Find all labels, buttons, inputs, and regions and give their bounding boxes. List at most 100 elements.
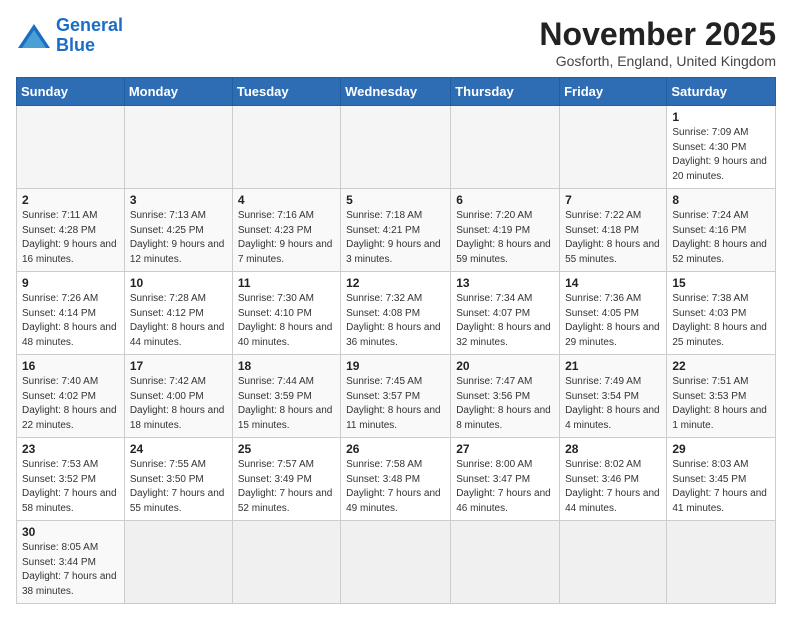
calendar-week-1: 1 Sunrise: 7:09 AM Sunset: 4:30 PM Daylig…: [17, 106, 776, 189]
day-info: Sunrise: 7:53 AM Sunset: 3:52 PM Dayligh…: [22, 458, 119, 516]
calendar-cell: 5Sunrise: 7:18 AM Sunset: 4:21 PM Daylig…: [341, 189, 451, 272]
calendar-cell: [17, 106, 125, 189]
logo-blue: Blue: [56, 35, 95, 55]
day-number: 21: [565, 359, 661, 373]
calendar-cell: [341, 521, 451, 604]
day-info: Sunrise: 7:44 AM Sunset: 3:59 PM Dayligh…: [238, 375, 335, 433]
calendar-cell: 9 Sunrise: 7:26 AM Sunset: 4:14 PM Daylig…: [17, 272, 125, 355]
calendar-cell: 14Sunrise: 7:36 AM Sunset: 4:05 PM Dayli…: [560, 272, 667, 355]
calendar-cell: 21Sunrise: 7:49 AM Sunset: 3:54 PM Dayli…: [560, 355, 667, 438]
calendar-cell: 25 Sunrise: 7:57 AM Sunset: 3:49 PM Dayli…: [232, 438, 340, 521]
calendar-cell: [232, 106, 340, 189]
calendar-header-saturday: Saturday: [667, 78, 776, 106]
day-info: Sunrise: 7:09 AM Sunset: 4:30 PM Dayligh…: [672, 126, 770, 184]
title-block: November 2025 Gosforth, England, United …: [539, 16, 776, 69]
calendar-cell: 3 Sunrise: 7:13 AM Sunset: 4:25 PM Daylig…: [124, 189, 232, 272]
day-info: Sunrise: 7:45 AM Sunset: 3:57 PM Dayligh…: [346, 375, 445, 433]
day-info: Sunrise: 7:24 AM Sunset: 4:16 PM Dayligh…: [672, 209, 770, 267]
calendar-cell: 19Sunrise: 7:45 AM Sunset: 3:57 PM Dayli…: [341, 355, 451, 438]
day-info: Sunrise: 8:05 AM Sunset: 3:44 PM Dayligh…: [22, 541, 119, 599]
day-info: Sunrise: 7:51 AM Sunset: 3:53 PM Dayligh…: [672, 375, 770, 433]
day-number: 18: [238, 359, 335, 373]
calendar-cell: 11 Sunrise: 7:30 AM Sunset: 4:10 PM Dayli…: [232, 272, 340, 355]
day-number: 20: [456, 359, 554, 373]
calendar-week-6: 30 Sunrise: 8:05 AM Sunset: 3:44 PM Dayli…: [17, 521, 776, 604]
day-number: 27: [456, 442, 554, 456]
day-number: 1: [672, 110, 770, 124]
day-number: 26: [346, 442, 445, 456]
calendar-cell: [341, 106, 451, 189]
page-header: General Blue November 2025 Gosforth, Eng…: [16, 16, 776, 69]
day-info: Sunrise: 7:16 AM Sunset: 4:23 PM Dayligh…: [238, 209, 335, 267]
calendar-header-row: SundayMondayTuesdayWednesdayThursdayFrid…: [17, 78, 776, 106]
day-info: Sunrise: 7:30 AM Sunset: 4:10 PM Dayligh…: [238, 292, 335, 350]
day-number: 13: [456, 276, 554, 290]
calendar-cell: 20 Sunrise: 7:47 AM Sunset: 3:56 PM Dayli…: [451, 355, 560, 438]
day-number: 25: [238, 442, 335, 456]
day-number: 10: [130, 276, 227, 290]
day-number: 5: [346, 193, 445, 207]
calendar-cell: 23 Sunrise: 7:53 AM Sunset: 3:52 PM Dayli…: [17, 438, 125, 521]
day-number: 8: [672, 193, 770, 207]
calendar-cell: 8 Sunrise: 7:24 AM Sunset: 4:16 PM Daylig…: [667, 189, 776, 272]
day-number: 28: [565, 442, 661, 456]
calendar-cell: [667, 521, 776, 604]
month-title: November 2025: [539, 16, 776, 53]
calendar-cell: [451, 521, 560, 604]
day-info: Sunrise: 7:57 AM Sunset: 3:49 PM Dayligh…: [238, 458, 335, 516]
day-info: Sunrise: 7:22 AM Sunset: 4:18 PM Dayligh…: [565, 209, 661, 267]
calendar-cell: 26Sunrise: 7:58 AM Sunset: 3:48 PM Dayli…: [341, 438, 451, 521]
calendar-cell: 18 Sunrise: 7:44 AM Sunset: 3:59 PM Dayli…: [232, 355, 340, 438]
calendar-cell: 10Sunrise: 7:28 AM Sunset: 4:12 PM Dayli…: [124, 272, 232, 355]
day-number: 23: [22, 442, 119, 456]
logo: General Blue: [16, 16, 123, 56]
day-info: Sunrise: 7:47 AM Sunset: 3:56 PM Dayligh…: [456, 375, 554, 433]
calendar-header-thursday: Thursday: [451, 78, 560, 106]
calendar-week-3: 9 Sunrise: 7:26 AM Sunset: 4:14 PM Daylig…: [17, 272, 776, 355]
calendar-header-sunday: Sunday: [17, 78, 125, 106]
day-number: 11: [238, 276, 335, 290]
day-info: Sunrise: 7:38 AM Sunset: 4:03 PM Dayligh…: [672, 292, 770, 350]
calendar-week-2: 2 Sunrise: 7:11 AM Sunset: 4:28 PM Daylig…: [17, 189, 776, 272]
logo-icon: [16, 22, 52, 50]
day-info: Sunrise: 7:42 AM Sunset: 4:00 PM Dayligh…: [130, 375, 227, 433]
day-info: Sunrise: 7:32 AM Sunset: 4:08 PM Dayligh…: [346, 292, 445, 350]
day-number: 2: [22, 193, 119, 207]
day-info: Sunrise: 8:02 AM Sunset: 3:46 PM Dayligh…: [565, 458, 661, 516]
calendar-cell: [451, 106, 560, 189]
calendar-cell: 7 Sunrise: 7:22 AM Sunset: 4:18 PM Daylig…: [560, 189, 667, 272]
calendar-week-5: 23 Sunrise: 7:53 AM Sunset: 3:52 PM Dayli…: [17, 438, 776, 521]
day-number: 22: [672, 359, 770, 373]
calendar-cell: [560, 521, 667, 604]
calendar-cell: 13 Sunrise: 7:34 AM Sunset: 4:07 PM Dayli…: [451, 272, 560, 355]
day-number: 7: [565, 193, 661, 207]
day-number: 16: [22, 359, 119, 373]
calendar-cell: 29 Sunrise: 8:03 AM Sunset: 3:45 PM Dayli…: [667, 438, 776, 521]
calendar-cell: 28 Sunrise: 8:02 AM Sunset: 3:46 PM Dayli…: [560, 438, 667, 521]
calendar-header-friday: Friday: [560, 78, 667, 106]
day-number: 15: [672, 276, 770, 290]
day-info: Sunrise: 7:13 AM Sunset: 4:25 PM Dayligh…: [130, 209, 227, 267]
day-number: 9: [22, 276, 119, 290]
calendar-cell: 16 Sunrise: 7:40 AM Sunset: 4:02 PM Dayli…: [17, 355, 125, 438]
day-info: Sunrise: 8:03 AM Sunset: 3:45 PM Dayligh…: [672, 458, 770, 516]
logo-text: General Blue: [56, 16, 123, 56]
calendar-week-4: 16 Sunrise: 7:40 AM Sunset: 4:02 PM Dayli…: [17, 355, 776, 438]
calendar-cell: 12 Sunrise: 7:32 AM Sunset: 4:08 PM Dayli…: [341, 272, 451, 355]
day-info: Sunrise: 7:11 AM Sunset: 4:28 PM Dayligh…: [22, 209, 119, 267]
day-info: Sunrise: 7:34 AM Sunset: 4:07 PM Dayligh…: [456, 292, 554, 350]
calendar-cell: [124, 106, 232, 189]
day-info: Sunrise: 7:26 AM Sunset: 4:14 PM Dayligh…: [22, 292, 119, 350]
calendar-cell: 1 Sunrise: 7:09 AM Sunset: 4:30 PM Daylig…: [667, 106, 776, 189]
calendar-cell: [232, 521, 340, 604]
day-number: 4: [238, 193, 335, 207]
calendar-cell: 22 Sunrise: 7:51 AM Sunset: 3:53 PM Dayli…: [667, 355, 776, 438]
calendar-cell: 27Sunrise: 8:00 AM Sunset: 3:47 PM Dayli…: [451, 438, 560, 521]
day-info: Sunrise: 7:40 AM Sunset: 4:02 PM Dayligh…: [22, 375, 119, 433]
day-number: 29: [672, 442, 770, 456]
location: Gosforth, England, United Kingdom: [539, 53, 776, 69]
day-number: 30: [22, 525, 119, 539]
day-number: 3: [130, 193, 227, 207]
day-number: 12: [346, 276, 445, 290]
calendar-cell: 17Sunrise: 7:42 AM Sunset: 4:00 PM Dayli…: [124, 355, 232, 438]
